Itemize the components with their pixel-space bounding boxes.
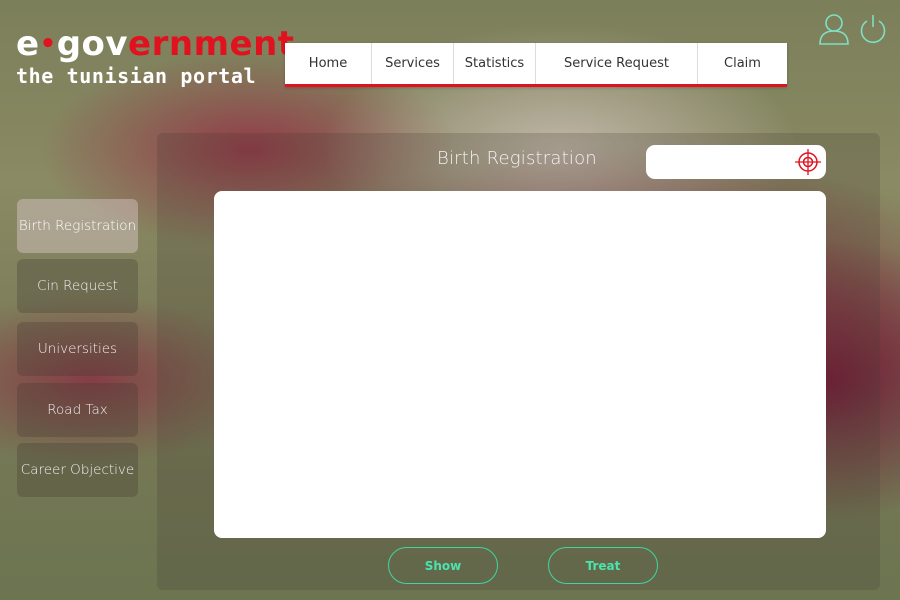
top-navigation: Home Services Statistics Service Request… bbox=[285, 43, 787, 87]
logo-gov: gov bbox=[56, 24, 129, 64]
content-area bbox=[214, 191, 826, 538]
sidebar-item-career-objective[interactable]: Career Objective bbox=[17, 443, 138, 497]
logo-subtitle: the tunisian portal bbox=[16, 64, 257, 88]
logo-ernment: ernment bbox=[128, 24, 295, 64]
sidebar-item-birth-registration[interactable]: Birth Registration bbox=[17, 199, 138, 253]
crosshair-target-icon[interactable] bbox=[794, 148, 822, 176]
nav-service-request[interactable]: Service Request bbox=[536, 43, 698, 84]
logo-wordmark: e•government bbox=[16, 24, 294, 64]
nav-claim[interactable]: Claim bbox=[698, 43, 787, 84]
page-title: Birth Registration bbox=[437, 148, 597, 169]
nav-services[interactable]: Services bbox=[372, 43, 454, 84]
search-box bbox=[646, 145, 826, 179]
egovernment-logo[interactable]: e•government the tunisian portal bbox=[16, 24, 294, 96]
logo-dot: • bbox=[39, 29, 57, 59]
sidebar-item-universities[interactable]: Universities bbox=[17, 322, 138, 376]
user-icon[interactable] bbox=[817, 12, 851, 46]
logo-e: e bbox=[16, 24, 40, 64]
nav-home[interactable]: Home bbox=[285, 43, 372, 84]
sidebar-item-road-tax[interactable]: Road Tax bbox=[17, 383, 138, 437]
power-icon[interactable] bbox=[858, 12, 888, 46]
treat-button[interactable]: Treat bbox=[548, 547, 658, 584]
sidebar-item-cin-request[interactable]: Cin Request bbox=[17, 259, 138, 313]
nav-statistics[interactable]: Statistics bbox=[454, 43, 536, 84]
show-button[interactable]: Show bbox=[388, 547, 498, 584]
search-input[interactable] bbox=[656, 151, 796, 173]
